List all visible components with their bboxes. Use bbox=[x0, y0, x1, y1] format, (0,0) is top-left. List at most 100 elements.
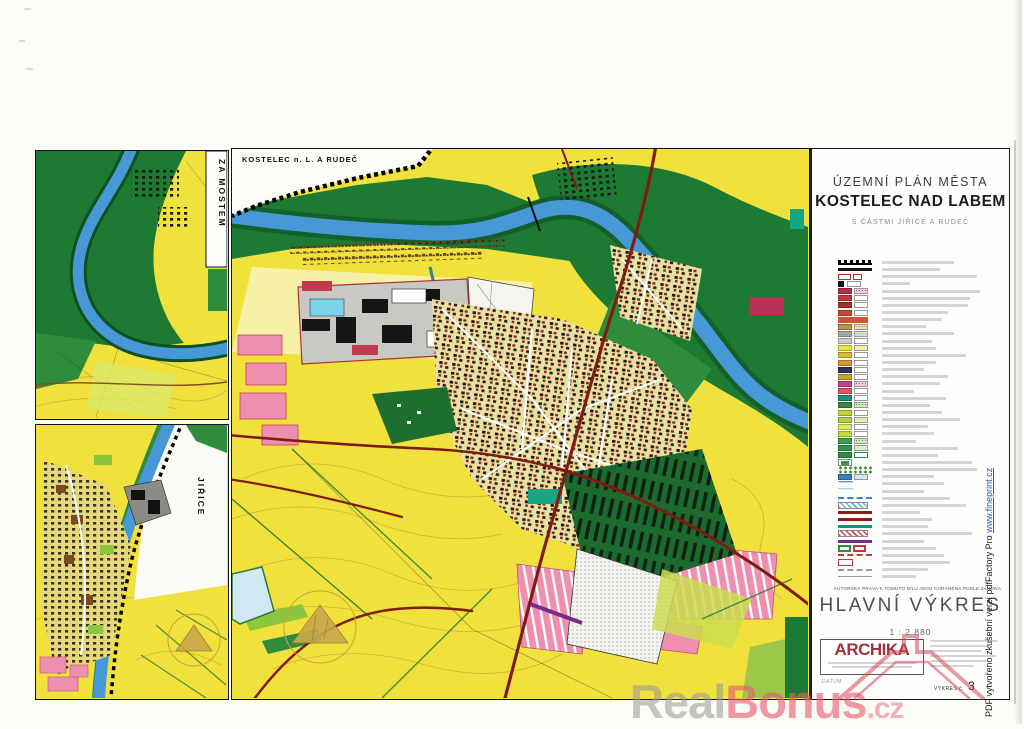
datum-label: DATUM bbox=[822, 679, 842, 685]
legend-label-smudge bbox=[882, 297, 970, 300]
archika-logo: ARCHIKA bbox=[821, 640, 923, 660]
legend-swatch bbox=[838, 388, 852, 394]
legend-label-smudge bbox=[882, 497, 950, 500]
legend-swatch bbox=[854, 417, 868, 423]
sheet-number: 3 bbox=[968, 679, 975, 693]
legend-label-smudge bbox=[882, 475, 934, 478]
legend-label-smudge bbox=[882, 268, 940, 271]
info-line bbox=[930, 645, 990, 647]
legend-swatch bbox=[838, 295, 852, 301]
legend-swatch bbox=[854, 345, 868, 351]
legend-label-smudge bbox=[882, 404, 930, 407]
legend-item bbox=[838, 516, 980, 523]
legend-item bbox=[838, 388, 980, 395]
legend-label-smudge bbox=[882, 447, 958, 450]
legend-swatch bbox=[854, 374, 868, 380]
legend-swatch bbox=[838, 417, 852, 423]
legend-swatch bbox=[854, 360, 868, 366]
legend-label-smudge bbox=[882, 340, 932, 343]
info-line bbox=[930, 660, 988, 662]
legend-label-smudge bbox=[882, 332, 954, 335]
legend-label-smudge bbox=[882, 482, 944, 485]
legend-label-smudge bbox=[882, 275, 977, 278]
logo-address-line bbox=[832, 666, 912, 669]
legend-swatch bbox=[838, 424, 852, 430]
info-line bbox=[930, 650, 982, 652]
legend-label-smudge bbox=[882, 490, 924, 493]
legend-item bbox=[838, 352, 980, 359]
inset-top-village bbox=[131, 169, 179, 199]
legend-label-smudge bbox=[882, 432, 934, 435]
legend-label-smudge bbox=[882, 440, 916, 443]
legend-swatch bbox=[838, 374, 852, 380]
scanned-sheet: { "title_block": { "title": "ÚZEMNÍ PLÁN… bbox=[0, 0, 1024, 724]
pdf-factory-note: PDF vytvořeno zkušební verzí pdfFactory … bbox=[984, 468, 994, 717]
legend-item bbox=[838, 395, 980, 402]
legend-swatch bbox=[838, 410, 852, 416]
legend-swatch bbox=[854, 302, 868, 308]
legend-label-smudge bbox=[882, 554, 944, 557]
legend-swatch bbox=[838, 274, 851, 280]
legend-item bbox=[838, 295, 980, 302]
legend-swatch bbox=[854, 395, 868, 401]
legend-item bbox=[838, 552, 980, 559]
scan-edge-shadow bbox=[1014, 0, 1022, 724]
legend-swatch bbox=[838, 288, 852, 294]
legend-swatch bbox=[838, 281, 844, 287]
legend-swatch bbox=[838, 324, 852, 330]
hamlet-rudec bbox=[557, 157, 617, 201]
inset-top-label: ZA MOSTEM bbox=[217, 159, 227, 228]
legend-label-smudge bbox=[882, 575, 916, 578]
legend-swatch bbox=[838, 445, 852, 451]
legend-swatch bbox=[838, 559, 853, 566]
legend-item bbox=[838, 430, 980, 437]
legend-swatch bbox=[854, 445, 868, 451]
legend-item bbox=[838, 559, 980, 566]
legend-label-smudge bbox=[882, 532, 972, 535]
legend-label-smudge bbox=[882, 561, 950, 564]
legend-swatch bbox=[854, 388, 868, 394]
legend-swatch bbox=[854, 431, 868, 437]
main-map: KOSTELEC n. L. A RUDEČ bbox=[231, 148, 810, 700]
legend-item bbox=[838, 409, 980, 416]
legend-item bbox=[838, 338, 980, 345]
legend-swatch bbox=[838, 511, 872, 514]
legend-swatch bbox=[854, 474, 868, 480]
legend-item bbox=[838, 266, 980, 273]
legend-swatch bbox=[838, 302, 852, 308]
inset-top-svg: ZA MOSTEM bbox=[36, 151, 227, 418]
legend-label-smudge bbox=[882, 511, 920, 514]
legend-swatch bbox=[854, 324, 868, 330]
legend-item bbox=[838, 402, 980, 409]
legend-label-smudge bbox=[882, 454, 938, 457]
legend-item bbox=[838, 445, 980, 452]
legend-item bbox=[838, 309, 980, 316]
title-panel: ÚZEMNÍ PLÁN MĚSTA KOSTELEC NAD LABEM S Č… bbox=[810, 148, 1010, 700]
city-title: KOSTELEC NAD LABEM bbox=[812, 193, 1009, 211]
legend-swatch bbox=[838, 530, 868, 537]
scan-artifact bbox=[24, 8, 31, 11]
legend-swatch bbox=[854, 338, 868, 344]
legend-label-smudge bbox=[882, 461, 972, 464]
legend-swatch bbox=[838, 331, 852, 337]
legend-swatch bbox=[854, 295, 868, 301]
legend-item bbox=[838, 495, 980, 502]
scan-artifact bbox=[26, 68, 33, 71]
crimson-block bbox=[750, 297, 784, 315]
legend-item bbox=[838, 466, 980, 473]
legend-label-smudge bbox=[882, 468, 977, 471]
legend-label-smudge bbox=[882, 518, 932, 521]
legend-swatch bbox=[838, 554, 872, 556]
legend-item bbox=[838, 302, 980, 309]
legend-label-smudge bbox=[882, 540, 924, 543]
legend-swatch: ~~~ bbox=[838, 487, 872, 495]
legend-swatch bbox=[838, 268, 872, 271]
legend-label-smudge bbox=[882, 547, 936, 550]
legend-swatch bbox=[854, 410, 868, 416]
legend-swatch bbox=[838, 518, 872, 521]
legend-swatch bbox=[854, 367, 868, 373]
legend-label-smudge bbox=[882, 318, 942, 321]
fineprint-link[interactable]: www.fineprint.cz bbox=[984, 468, 994, 533]
legend-label-smudge bbox=[882, 375, 948, 378]
drawing-title: HLAVNÍ VÝKRES bbox=[812, 595, 1009, 617]
